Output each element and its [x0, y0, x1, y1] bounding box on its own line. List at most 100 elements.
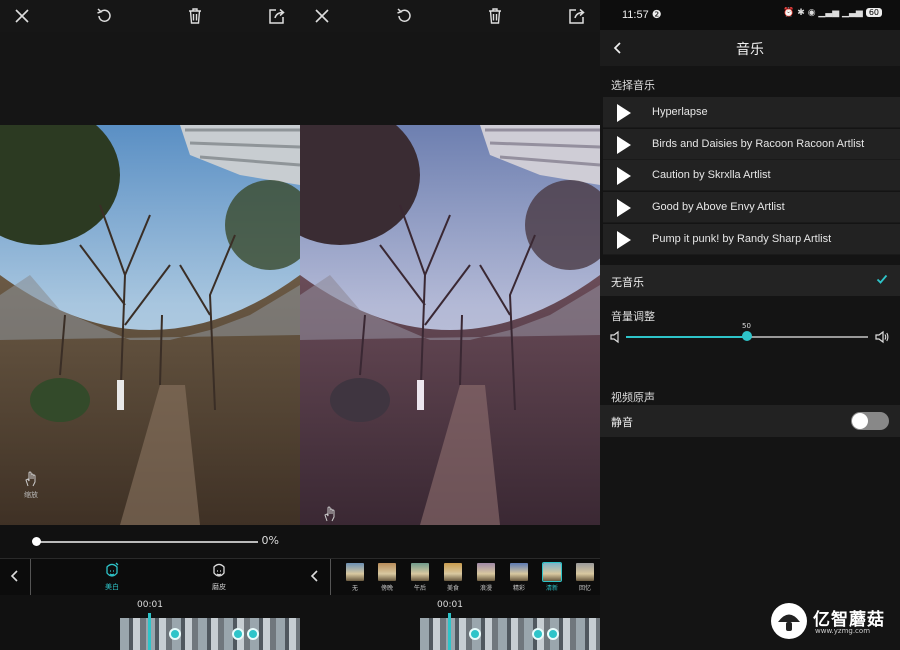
volume-slider-knob[interactable] — [742, 331, 752, 341]
timeline-frames[interactable] — [420, 618, 600, 650]
page-title: 音乐 — [736, 42, 764, 58]
chevron-left-icon — [310, 570, 318, 582]
timeline-frames[interactable] — [120, 618, 300, 650]
close-icon[interactable] — [312, 6, 332, 26]
intensity-slider-knob[interactable] — [32, 537, 41, 546]
no-music-label: 无音乐 — [611, 276, 644, 289]
preview-top-space — [300, 32, 600, 125]
battery-icon: 60 — [865, 8, 882, 17]
filter-item[interactable]: 回忆 — [574, 563, 596, 592]
preview-top-space — [0, 32, 300, 125]
back-button[interactable] — [300, 559, 331, 596]
filter-item[interactable]: 美食 — [442, 563, 464, 592]
pinch-gesture-icon — [25, 471, 36, 487]
intensity-slider-track[interactable] — [36, 541, 258, 543]
share-icon[interactable] — [567, 6, 587, 26]
play-icon[interactable] — [617, 199, 631, 217]
original-sound-heading: 视频原声 — [611, 391, 655, 404]
filter-item[interactable]: 无 — [344, 563, 366, 592]
play-icon[interactable] — [617, 167, 631, 185]
timeline-marker[interactable] — [169, 628, 181, 640]
reset-icon[interactable] — [394, 6, 414, 26]
timeline: 00:01 — [0, 595, 300, 650]
filter-item[interactable]: 午后 — [409, 563, 431, 592]
filter-item[interactable]: 浪漫 — [475, 563, 497, 592]
no-music-option[interactable]: 无音乐 — [600, 265, 900, 296]
play-icon[interactable] — [617, 231, 631, 249]
timeline-playhead[interactable] — [448, 613, 451, 650]
status-time: 11:57 ❷ — [622, 9, 662, 21]
volume-low-icon — [608, 329, 624, 345]
filter-item[interactable]: 精彩 — [508, 563, 530, 592]
timeline-time: 00:01 — [437, 600, 463, 610]
editor-panel-beauty: 缩放 0% 美白 磨皮 00:01 — [0, 0, 300, 650]
music-track-item[interactable]: Birds and Daisies by Racoon Racoon Artli… — [603, 129, 900, 160]
trash-icon[interactable] — [485, 6, 505, 26]
back-button[interactable] — [0, 559, 31, 596]
timeline-marker[interactable] — [547, 628, 559, 640]
filter-item[interactable]: 傍晚 — [376, 563, 398, 592]
volume-value: 50 — [742, 322, 751, 330]
music-panel: 11:57 ❷ ⏰ ✱ ◉ ▁▃▅ ▁▃▅ 60 音乐 选择音乐 Hyperlap… — [600, 0, 900, 650]
filter-label: 无 — [351, 585, 358, 592]
music-track-title: Caution by Skrxlla Artlist — [652, 169, 771, 181]
close-icon[interactable] — [12, 6, 32, 26]
check-icon — [876, 274, 888, 284]
face-whiten-icon — [106, 562, 119, 577]
status-bar: 11:57 ❷ ⏰ ✱ ◉ ▁▃▅ ▁▃▅ 60 — [600, 0, 900, 30]
beauty-tool-row: 美白 磨皮 — [0, 558, 300, 596]
play-icon[interactable] — [617, 136, 631, 154]
music-track-item[interactable]: Good by Above Envy Artlist — [603, 192, 900, 223]
filter-label: 浪漫 — [479, 585, 492, 592]
filter-list: 无 傍晚 午后 美食 浪漫 精彩 清新 回忆 — [336, 562, 600, 595]
timeline-marker[interactable] — [232, 628, 244, 640]
filter-row: 无 傍晚 午后 美食 浪漫 精彩 清新 回忆 — [300, 558, 600, 596]
music-nav-bar: 音乐 — [600, 30, 900, 66]
filter-thumbnail — [346, 563, 364, 581]
music-track-title: Good by Above Envy Artlist — [652, 201, 785, 213]
tool-whiten-label: 美白 — [105, 583, 119, 591]
music-track-item[interactable]: Pump it punk! by Randy Sharp Artlist — [603, 224, 900, 255]
mute-toggle[interactable] — [851, 412, 889, 430]
filter-label: 午后 — [413, 585, 426, 592]
filter-spacer — [300, 525, 600, 558]
tool-whiten[interactable]: 美白 — [92, 561, 132, 592]
play-icon[interactable] — [617, 104, 631, 122]
timeline-marker[interactable] — [532, 628, 544, 640]
video-preview[interactable] — [0, 125, 300, 525]
editor-top-bar — [300, 0, 600, 32]
filter-label: 清新 — [545, 585, 558, 592]
filter-item-selected[interactable]: 清新 — [541, 562, 563, 592]
trash-icon[interactable] — [185, 6, 205, 26]
music-track-item[interactable]: Caution by Skrxlla Artlist — [603, 160, 900, 191]
video-preview[interactable] — [300, 125, 600, 525]
timeline-playhead[interactable] — [148, 613, 151, 650]
pinch-zoom-hint: 缩放 — [16, 470, 46, 500]
filter-thumbnail — [444, 563, 462, 581]
filter-label: 美食 — [446, 585, 459, 592]
music-track-title: Hyperlapse — [652, 106, 708, 118]
filter-label: 回忆 — [578, 585, 591, 592]
pinch-label: 缩放 — [24, 491, 38, 499]
mute-row: 静音 — [600, 405, 900, 437]
share-icon[interactable] — [267, 6, 287, 26]
status-icons: ⏰ ✱ ◉ ▁▃▅ ▁▃▅ 60 — [783, 8, 882, 18]
timeline-marker[interactable] — [469, 628, 481, 640]
intensity-percent: 0% — [261, 534, 279, 547]
filter-thumbnail — [411, 563, 429, 581]
tool-smooth[interactable]: 磨皮 — [199, 561, 239, 592]
timeline-marker[interactable] — [247, 628, 259, 640]
music-track-title: Pump it punk! by Randy Sharp Artlist — [652, 233, 832, 245]
filter-thumbnail — [510, 563, 528, 581]
pinch-gesture-icon — [324, 506, 335, 522]
face-smooth-icon — [213, 563, 225, 577]
volume-heading: 音量调整 — [611, 310, 655, 323]
intensity-slider-row: 0% — [0, 525, 300, 558]
watermark: 亿智蘑菇 www.yzmg.com — [771, 601, 891, 641]
tool-smooth-label: 磨皮 — [212, 583, 226, 591]
volume-high-icon — [874, 329, 890, 345]
mushroom-logo-icon — [771, 603, 807, 639]
music-track-item[interactable]: Hyperlapse — [603, 97, 900, 128]
reset-icon[interactable] — [94, 6, 114, 26]
editor-top-bar — [0, 0, 300, 32]
